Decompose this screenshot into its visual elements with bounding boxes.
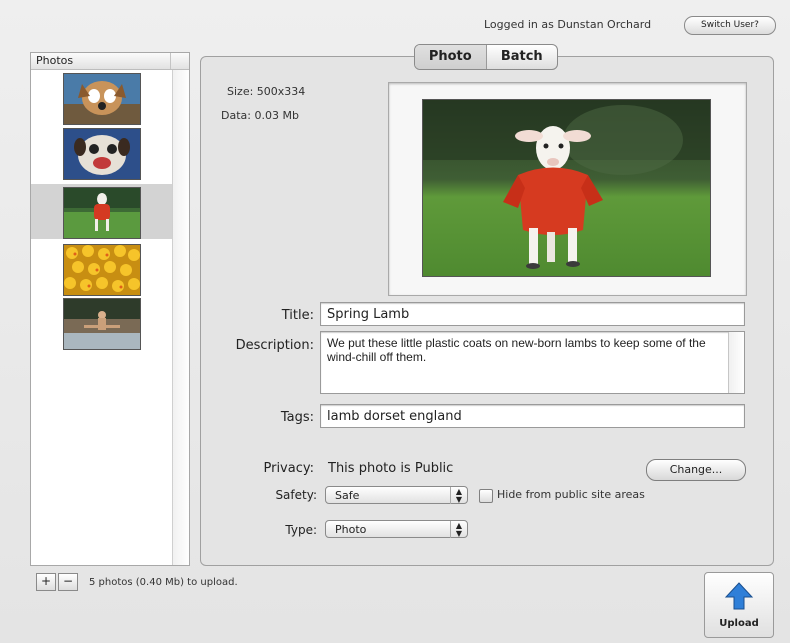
upload-arrow-icon [724,582,754,610]
photo-size: Size: 500x334 [227,85,306,98]
upload-status: 5 photos (0.40 Mb) to upload. [89,577,238,588]
select-arrows-icon: ▲ ▼ [450,521,467,538]
tab-photo[interactable]: Photo [415,45,486,69]
description-text: We put these little plastic coats on new… [327,336,706,364]
hide-public-label: Hide from public site areas [497,488,645,501]
type-select[interactable]: Photo ▲ ▼ [325,520,468,538]
description-scrollbar[interactable] [728,332,744,393]
description-field[interactable]: We put these little plastic coats on new… [320,331,745,394]
title-label: Title: [281,308,314,323]
puppy-thumbnail [63,128,141,180]
uploadr-window: Logged in as Dunstan Orchard Switch User… [0,0,790,643]
photo-list-item[interactable] [31,241,172,296]
logged-in-text: Logged in as Dunstan Orchard [484,18,652,31]
view-tabs: Photo Batch [414,44,558,70]
select-arrows-icon: ▲ ▼ [450,487,467,504]
safety-select[interactable]: Safe ▲ ▼ [325,486,468,504]
lamb-thumbnail [63,187,141,239]
change-privacy-button[interactable]: Change... [646,459,746,481]
hide-public-checkbox[interactable] [479,489,493,503]
photos-list-scrollbar[interactable] [172,70,189,565]
type-select-value: Photo [335,523,367,536]
photo-list-item[interactable] [31,125,172,180]
switch-user-button[interactable]: Switch User? [684,16,776,35]
safety-label: Safety: [275,488,317,502]
remove-photo-button[interactable]: − [58,573,78,591]
dog-thumbnail [63,73,141,125]
ducks-thumbnail [63,244,141,296]
description-label: Description: [235,338,314,353]
upload-button[interactable]: Upload [704,572,774,638]
tab-batch[interactable]: Batch [485,45,558,69]
photo-list-item-selected[interactable] [31,184,172,239]
upload-button-label: Upload [719,618,759,629]
photo-list-item[interactable] [31,295,172,350]
tags-field[interactable]: lamb dorset england [320,404,745,428]
photo-list-item[interactable] [31,70,172,125]
photos-list[interactable]: Photos [30,52,190,566]
type-label: Type: [285,523,317,537]
lamb-preview-image [422,99,711,277]
safety-select-value: Safe [335,489,360,502]
privacy-value: This photo is Public [328,461,454,476]
river-thumbnail [63,298,141,350]
photos-list-title: Photos [36,54,74,67]
title-field[interactable]: Spring Lamb [320,302,745,326]
add-photo-button[interactable]: + [36,573,56,591]
photos-list-header: Photos [31,53,189,70]
privacy-label: Privacy: [263,461,314,476]
photo-data-size: Data: 0.03 Mb [221,109,299,122]
tags-label: Tags: [280,410,314,425]
